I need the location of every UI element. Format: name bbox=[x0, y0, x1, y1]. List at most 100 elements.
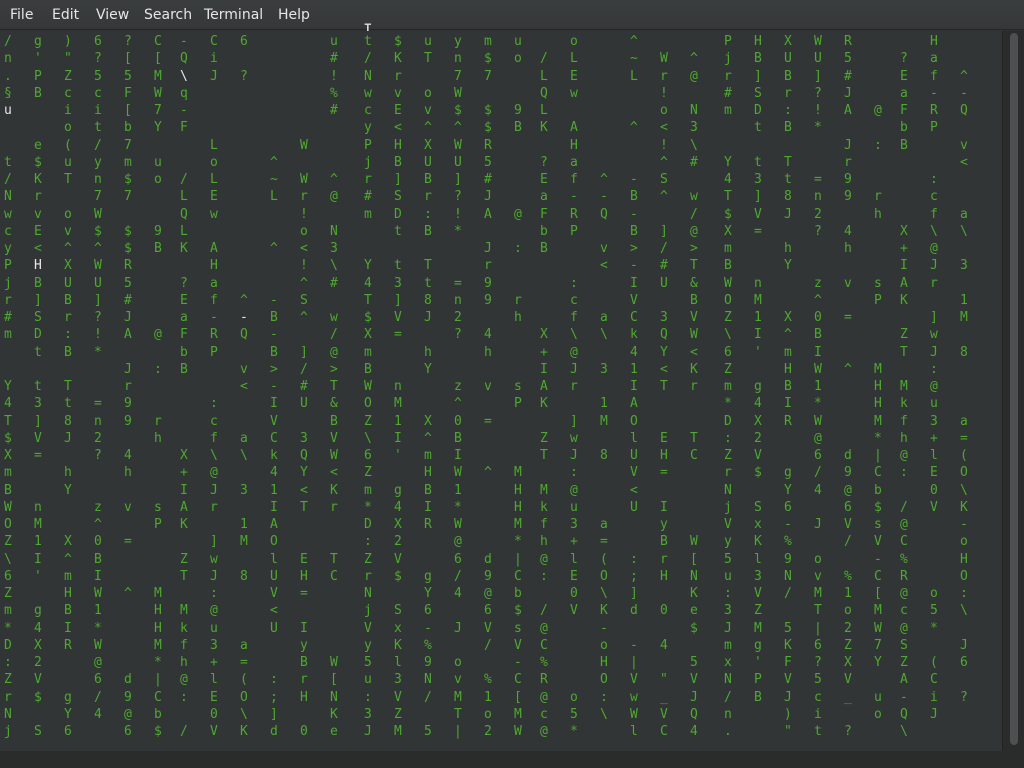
rain-char: 2 bbox=[34, 655, 42, 670]
rain-char: 7 bbox=[124, 137, 132, 153]
rain-char: Q bbox=[300, 448, 308, 463]
rain-char: Z bbox=[180, 551, 188, 567]
rain-char: S bbox=[394, 189, 402, 205]
rain-char: I bbox=[94, 568, 102, 584]
rain-char: \ bbox=[930, 223, 938, 239]
rain-char: W bbox=[454, 465, 462, 481]
rain-char: 4 bbox=[630, 344, 638, 360]
menu-terminal[interactable]: Terminal bbox=[202, 0, 265, 30]
rain-char: C bbox=[154, 689, 162, 705]
menu-search[interactable]: Search bbox=[142, 0, 194, 30]
rain-char: J bbox=[930, 344, 938, 360]
rain-char: g bbox=[754, 637, 762, 653]
rain-char: Q bbox=[180, 206, 188, 222]
rain-char: $ bbox=[484, 103, 492, 118]
rain-char: B bbox=[34, 275, 42, 291]
rain-char: * bbox=[364, 499, 372, 515]
rain-char: ? bbox=[94, 51, 102, 67]
rain-char: 5 bbox=[124, 275, 132, 291]
rain-char: V bbox=[630, 672, 638, 688]
rain-char: ( bbox=[240, 672, 248, 688]
rain-char: Z bbox=[844, 637, 852, 653]
rain-char: ^ bbox=[270, 241, 278, 256]
rain-char: r bbox=[4, 292, 12, 308]
rain-char: L bbox=[630, 68, 638, 84]
rain-char: u bbox=[874, 689, 882, 705]
rain-char: B bbox=[300, 655, 308, 670]
rain-char: z bbox=[454, 379, 462, 394]
rain-char: ^ bbox=[124, 586, 132, 601]
rain-char: = bbox=[124, 534, 132, 550]
rain-char: T bbox=[454, 706, 462, 722]
rain-char: I bbox=[394, 430, 402, 446]
rain-char: : bbox=[364, 534, 372, 550]
rain-char: J bbox=[484, 241, 492, 256]
rain-char: B bbox=[540, 241, 548, 256]
rain-char: 6 bbox=[724, 344, 732, 360]
rain-char: 8 bbox=[64, 413, 72, 429]
rain-char: v bbox=[454, 672, 462, 688]
rain-char: e bbox=[330, 724, 338, 739]
rain-char: ? bbox=[240, 68, 248, 84]
rain-char: = bbox=[814, 172, 822, 187]
rain-char: + bbox=[180, 465, 188, 481]
rain-char: W bbox=[4, 499, 12, 515]
rain-char: e bbox=[690, 603, 698, 619]
rain-char: Y bbox=[724, 154, 732, 170]
scrollbar-thumb[interactable] bbox=[1010, 33, 1018, 745]
rain-char: + bbox=[540, 344, 548, 360]
rain-char: [ bbox=[690, 551, 698, 567]
menu-help[interactable]: Help bbox=[276, 0, 312, 30]
rain-char: ^ bbox=[64, 551, 72, 567]
rain-char: w bbox=[210, 551, 218, 567]
rain-char: m bbox=[64, 568, 72, 584]
rain-char: r bbox=[124, 379, 132, 394]
rain-char: 8 bbox=[240, 568, 248, 584]
menu-view[interactable]: View bbox=[94, 0, 131, 30]
rain-char: : bbox=[724, 586, 732, 601]
rain-char: l bbox=[394, 655, 402, 670]
rain-char: Y bbox=[424, 361, 432, 377]
rain-char: H bbox=[154, 620, 162, 636]
rain-char: M bbox=[34, 517, 42, 532]
rain-char: - bbox=[630, 172, 638, 187]
rain-char: Q bbox=[540, 85, 548, 101]
rain-char: r bbox=[300, 672, 308, 688]
terminal-output[interactable]: / n. § u t / Nw c y Pj r # m Y 4 T $ Xm B W O Z \ 6 Zm * D: Zr Nj g ' P… bbox=[0, 31, 1002, 751]
rain-char: \ bbox=[4, 551, 12, 567]
rain-char: Z bbox=[754, 603, 762, 619]
rain-char: B bbox=[754, 51, 762, 67]
rain-char: 0 bbox=[930, 482, 938, 498]
rain-char: o bbox=[64, 120, 72, 136]
menu-file[interactable]: File bbox=[8, 0, 35, 30]
rain-char: J bbox=[844, 85, 852, 101]
rain-char: Z bbox=[724, 361, 732, 377]
rain-char: X bbox=[424, 137, 432, 153]
rain-char: m bbox=[724, 241, 732, 256]
rain-char: 0 bbox=[94, 534, 102, 550]
rain-char: > bbox=[330, 361, 338, 377]
rain-char: c bbox=[94, 85, 102, 101]
rain-char: W bbox=[690, 327, 698, 343]
rain-char: = bbox=[754, 223, 762, 239]
rain-char: 6 bbox=[4, 568, 12, 584]
rain-char: Q bbox=[960, 103, 968, 118]
rain-char: H bbox=[960, 551, 968, 567]
rain-char: Z bbox=[394, 706, 402, 722]
scrollbar[interactable] bbox=[1002, 31, 1024, 751]
rain-char: 8 bbox=[424, 292, 432, 308]
rain-char: K bbox=[784, 637, 792, 653]
rain-char: T bbox=[4, 413, 12, 429]
rain-char: > bbox=[630, 241, 638, 256]
rain-char: ; bbox=[270, 689, 278, 705]
rain-char: d bbox=[630, 603, 638, 619]
rain-char: $ bbox=[514, 603, 522, 619]
rain-char: w bbox=[690, 189, 698, 205]
rain-char: H bbox=[930, 34, 938, 49]
rain-char: = bbox=[34, 448, 42, 463]
rain-char: a bbox=[600, 310, 608, 325]
rain-char: R bbox=[930, 103, 938, 118]
menu-edit[interactable]: Edit bbox=[50, 0, 81, 30]
rain-char: f bbox=[210, 292, 218, 308]
rain-char: O bbox=[240, 689, 248, 705]
